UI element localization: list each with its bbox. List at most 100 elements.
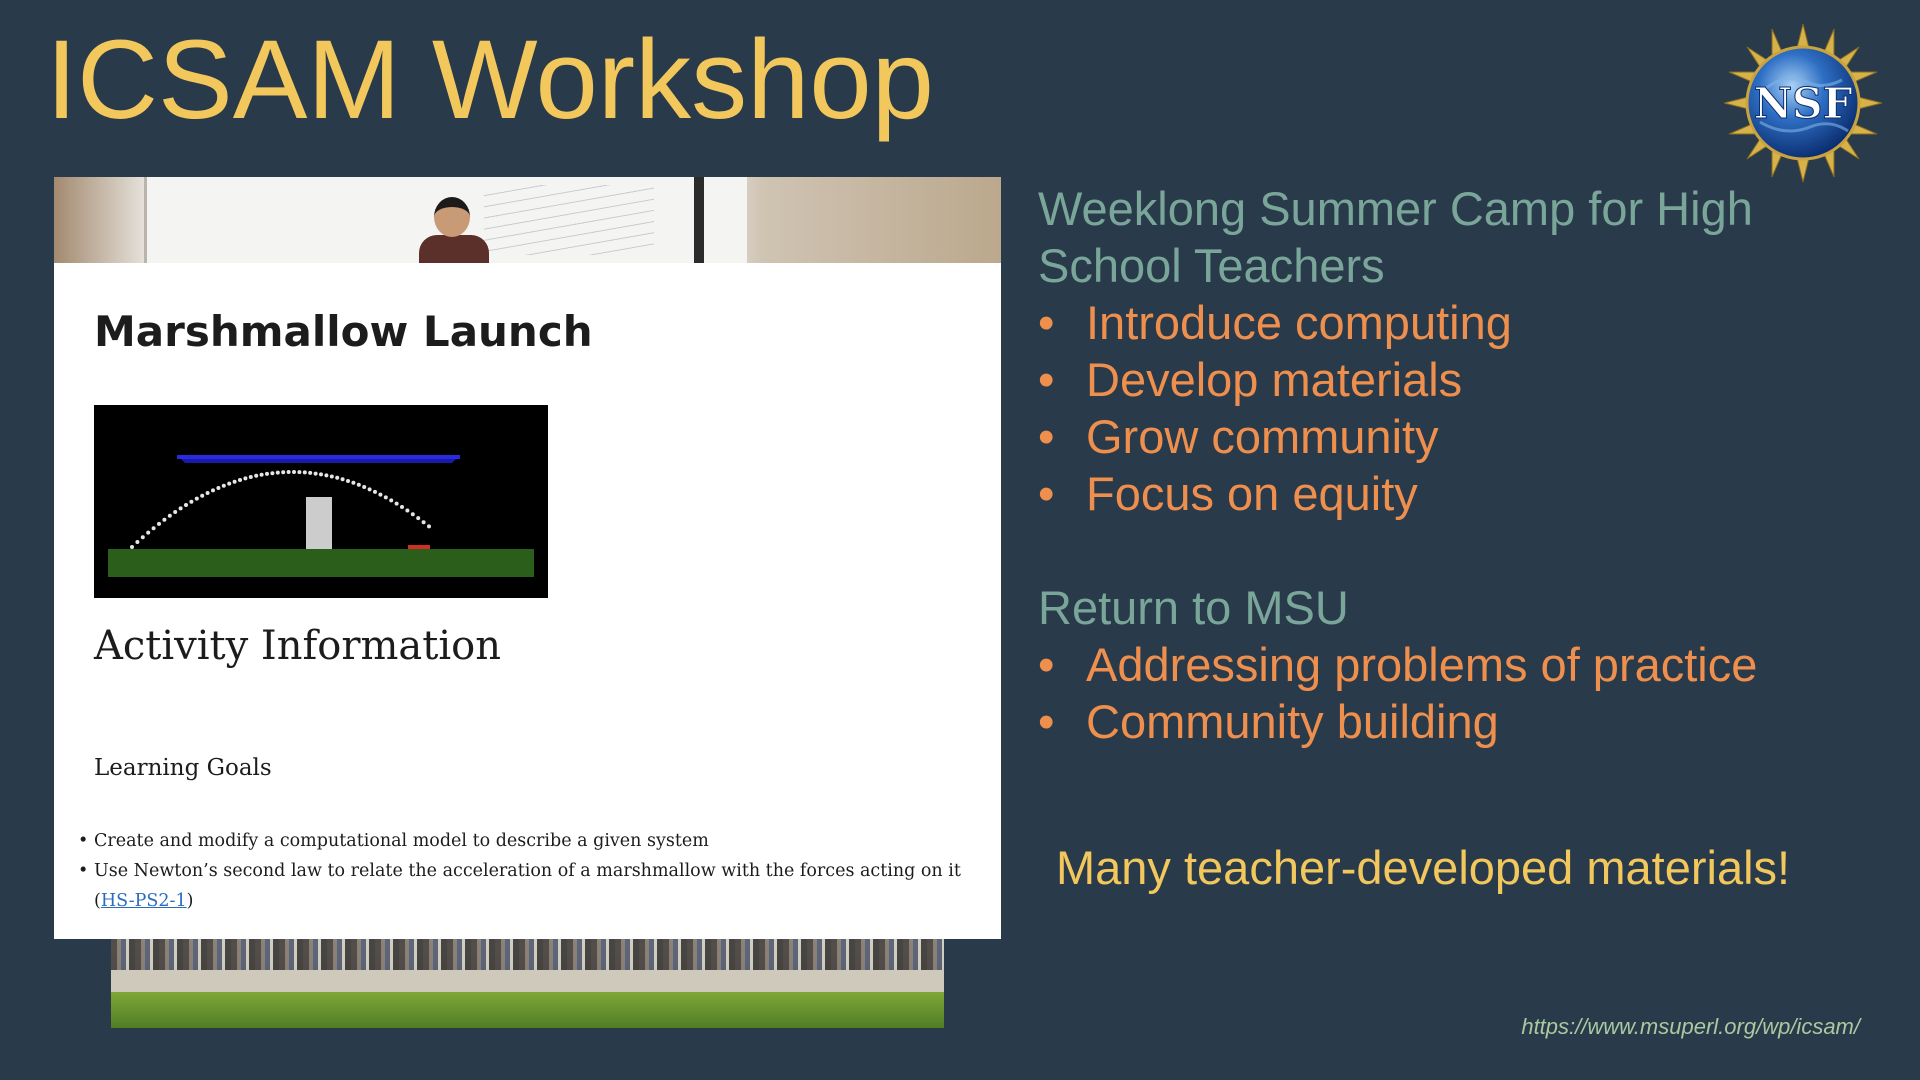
tagline: Many teacher-developed materials!	[1056, 841, 1791, 894]
goal-text: Create and modify a computational model …	[94, 831, 709, 851]
trajectory-dot	[130, 545, 134, 549]
trajectory-dot	[286, 470, 291, 474]
trajectory-dot	[189, 499, 194, 504]
trajectory-dot	[351, 480, 356, 485]
return-msu-bullets: • Addressing problems of practice • Commun…	[1038, 636, 1878, 750]
bullet-text: Develop materials	[1086, 353, 1463, 406]
trajectory-dot	[356, 482, 361, 487]
trajectory-dot	[383, 495, 388, 500]
trajectory-dot	[270, 471, 275, 476]
trajectory-dot	[297, 470, 302, 475]
trajectory-dot	[238, 478, 242, 482]
bullet-dot: •	[1038, 353, 1055, 406]
bullet-text: Focus on equity	[1086, 467, 1418, 520]
trajectory-dot	[265, 471, 269, 476]
right-column: Weeklong Summer Camp for High School Tea…	[1038, 180, 1878, 750]
trajectory-dot	[427, 524, 431, 529]
list-item: • Develop materials	[1038, 351, 1878, 408]
trajectory-dot	[194, 496, 199, 501]
bullet-dot: •	[1038, 695, 1055, 748]
webpage-title: Marshmallow Launch	[94, 307, 593, 356]
trajectory-dot	[275, 470, 280, 475]
nsf-logo-text: NSF	[1754, 79, 1853, 128]
classroom-photo	[54, 177, 1001, 263]
trajectory-dot	[157, 521, 161, 526]
trajectory-dot	[146, 530, 151, 535]
bullet-text: Grow community	[1086, 410, 1439, 463]
trajectory-dot	[227, 481, 232, 486]
trajectory-dot	[308, 470, 313, 475]
trajectory-dot	[394, 501, 399, 506]
bullet-dot: •	[1038, 296, 1055, 349]
trajectory-dot	[184, 503, 188, 507]
trajectory-dot	[200, 493, 205, 498]
list-item: • Use Newton’s second law to relate the …	[78, 856, 994, 916]
trajectory-dot	[167, 513, 172, 518]
bullet-dot: •	[78, 831, 89, 851]
bullet-dot: •	[1038, 638, 1055, 691]
list-item: • Create and modify a computational mode…	[78, 826, 994, 856]
slide: ICSAM Workshop NSF Marshmallow Launch Ac…	[0, 0, 1920, 1080]
trajectory-dot	[389, 498, 394, 503]
trajectory-dot	[340, 477, 345, 482]
trajectory-dot	[335, 475, 340, 480]
trajectory-dot	[178, 506, 183, 511]
activity-info-heading: Activity Information	[94, 623, 501, 669]
trajectory-dot	[346, 479, 350, 483]
trajectory-dot	[302, 470, 307, 475]
trajectory-dot	[151, 526, 156, 531]
trajectory-dot	[313, 471, 318, 476]
list-item: • Addressing problems of practice	[1038, 636, 1878, 693]
group-photo	[111, 930, 944, 1028]
trajectory-dot	[329, 474, 334, 479]
heading-line-1: Weeklong Summer Camp for High	[1038, 182, 1753, 235]
webpage-screenshot: Marshmallow Launch Activity Information …	[54, 263, 1001, 939]
trajectory-dot	[248, 475, 253, 479]
list-item: • Grow community	[1038, 408, 1878, 465]
trajectory-dot	[140, 535, 145, 540]
trajectory-dot	[221, 483, 226, 488]
trajectory-dot	[211, 488, 215, 493]
marshmallow-simulation	[94, 405, 548, 598]
section-heading-return-msu: Return to MSU	[1038, 581, 1349, 634]
trajectory-dot	[416, 516, 421, 521]
list-item: • Introduce computing	[1038, 294, 1878, 351]
trajectory-dot	[243, 476, 248, 481]
bullet-text: Introduce computing	[1086, 296, 1512, 349]
trajectory-dot	[162, 517, 167, 522]
list-item: • Focus on equity	[1038, 465, 1878, 522]
section-heading-summer-camp: Weeklong Summer Camp for High School Tea…	[1038, 180, 1878, 294]
trajectory-dot	[362, 485, 367, 489]
bullet-dot: •	[1038, 410, 1055, 463]
trajectory-dot	[410, 512, 415, 517]
trajectory-dot	[281, 470, 286, 475]
trajectory-dot	[367, 487, 372, 492]
trajectory-dot	[421, 520, 426, 525]
trajectory-dot	[319, 472, 323, 477]
summer-camp-bullets: • Introduce computing • Develop materials …	[1038, 294, 1878, 522]
trajectory-dot	[216, 486, 221, 490]
learning-goals-list: • Create and modify a computational mode…	[74, 826, 994, 916]
trajectory-dot	[232, 479, 237, 484]
learning-goals-heading: Learning Goals	[94, 755, 272, 781]
bullet-dot: •	[1038, 467, 1055, 520]
website-url[interactable]: https://www.msuperl.org/wp/icsam/	[1521, 1014, 1860, 1040]
trajectory-dot	[259, 472, 264, 477]
trajectory-dot	[173, 510, 178, 514]
standard-link[interactable]: HS-PS2-1	[101, 891, 187, 911]
bullet-dot: •	[78, 861, 89, 881]
trajectory-dot	[205, 491, 210, 495]
trajectory-dot	[373, 489, 377, 494]
list-item: • Community building	[1038, 693, 1878, 750]
trajectory-dot	[292, 470, 296, 474]
trajectory-dot	[405, 508, 410, 513]
nsf-seal-icon: NSF	[1723, 23, 1883, 183]
bullet-text: Community building	[1086, 695, 1499, 748]
trajectory-dot	[254, 473, 259, 478]
trajectory-dot	[378, 492, 383, 497]
slide-title: ICSAM Workshop	[46, 17, 934, 142]
heading-line-2: School Teachers	[1038, 239, 1385, 292]
trajectory-dot	[135, 540, 140, 544]
trajectory-dot	[324, 473, 329, 478]
bullet-text: Addressing problems of practice	[1086, 638, 1758, 691]
